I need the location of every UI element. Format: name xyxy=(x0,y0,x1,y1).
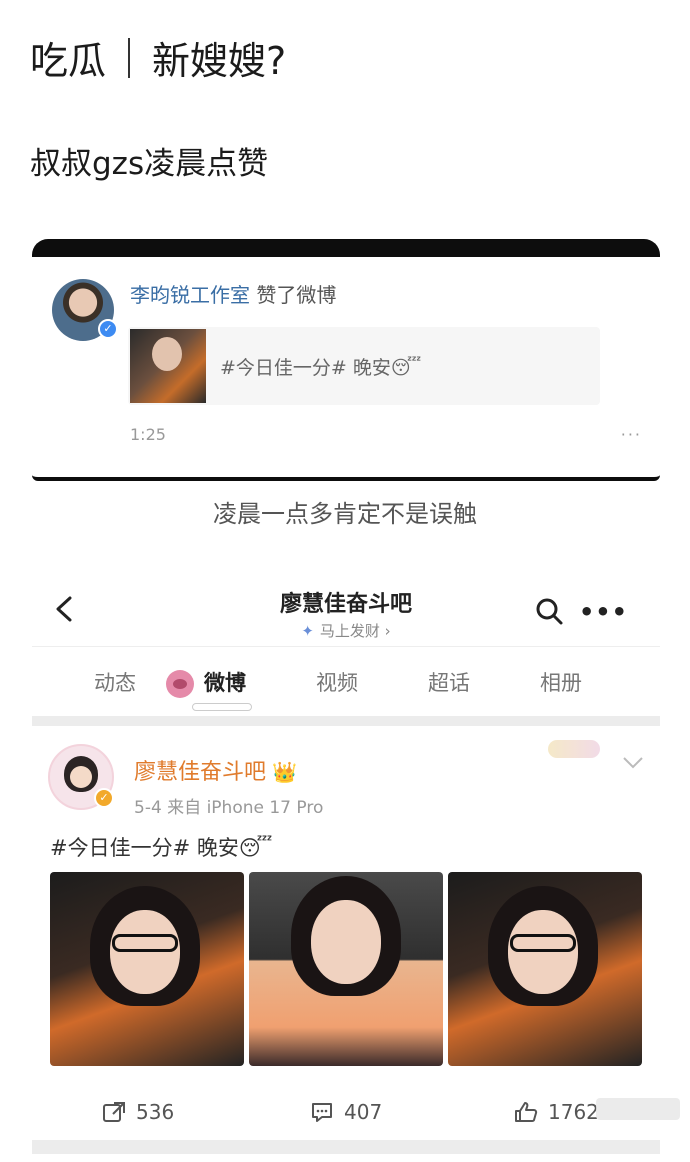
tab-weibo[interactable]: 微博 xyxy=(166,667,246,698)
divider xyxy=(32,716,660,726)
caption-text: 凌晨一点多肯定不是误触 xyxy=(213,500,477,528)
profile-tabs: 动态 微博 视频 超话 相册 xyxy=(32,646,660,716)
post-photo[interactable] xyxy=(50,872,244,1066)
crown-icon: 👑 xyxy=(272,760,297,784)
active-tab-indicator xyxy=(192,703,252,711)
tab-video[interactable]: 视频 xyxy=(316,667,358,697)
verified-badge-icon: ✓ xyxy=(94,788,114,808)
comment-count: 407 xyxy=(344,1100,383,1124)
tab-supertopic[interactable]: 超话 xyxy=(428,667,470,697)
title-left: 吃瓜 xyxy=(30,39,107,83)
post-action-bar: 536 407 1762 xyxy=(32,1088,660,1138)
repost-button[interactable]: 536 xyxy=(102,1100,174,1124)
like-notification-text: 李昀锐工作室 赞了微博 xyxy=(130,279,336,308)
repost-count: 536 xyxy=(136,1100,175,1124)
tab-weibo-label: 微博 xyxy=(204,671,246,695)
tab-dongtai[interactable]: 动态 xyxy=(94,667,136,697)
repost-icon xyxy=(103,1102,125,1122)
profile-nav-bar: 廖慧佳奋斗吧 ✦ 马上发财 › ••• xyxy=(32,578,660,646)
search-icon[interactable] xyxy=(534,596,564,626)
subline-text: 叔叔gzs凌晨点赞 xyxy=(30,146,269,182)
tab-album[interactable]: 相册 xyxy=(540,667,582,697)
quoted-post-text: #今日佳一分# 晚安😴 xyxy=(220,357,422,379)
like-action: 赞了微博 xyxy=(256,283,337,307)
avatar[interactable]: ✓ xyxy=(48,744,114,810)
watermark xyxy=(596,1098,680,1120)
verified-badge-icon: ✓ xyxy=(98,319,118,339)
profile-subtitle-label: 马上发财 › xyxy=(319,622,391,640)
account-name[interactable]: 李昀锐工作室 xyxy=(130,283,250,307)
timestamp: 1:25 xyxy=(130,425,166,444)
thumbs-up-icon xyxy=(515,1102,538,1122)
comment-button[interactable]: 407 xyxy=(310,1100,382,1124)
post-author[interactable]: 廖慧佳奋斗吧 👑 xyxy=(134,754,297,786)
ribbon-icon: ✦ xyxy=(301,622,314,640)
profile-subtitle[interactable]: ✦ 马上发财 › xyxy=(32,620,660,641)
post-photo[interactable] xyxy=(249,872,443,1066)
title-divider xyxy=(128,37,131,78)
quoted-post[interactable]: #今日佳一分# 晚安😴 xyxy=(128,327,600,405)
avatar[interactable]: ✓ xyxy=(52,279,118,341)
quoted-post-thumbnail xyxy=(130,329,206,403)
post-photo[interactable] xyxy=(448,872,642,1066)
more-icon[interactable]: ••• xyxy=(579,598,628,626)
like-notification-card: ✓ 李昀锐工作室 赞了微博 #今日佳一分# 晚安😴 1:25 ··· xyxy=(32,239,660,481)
post-author-name: 廖慧佳奋斗吧 xyxy=(134,760,267,785)
title-right: 新嫂嫂? xyxy=(152,39,287,83)
page-title: 吃瓜 新嫂嫂? xyxy=(30,30,286,85)
post-text: #今日佳一分# 晚安😴 xyxy=(50,836,273,860)
comment-icon xyxy=(312,1103,332,1122)
post-meta: 5-4 来自 iPhone 17 Pro xyxy=(134,798,324,818)
bear-deco-icon xyxy=(166,670,194,698)
decoration-badge xyxy=(548,740,600,758)
profile-title: 廖慧佳奋斗吧 xyxy=(279,592,412,617)
chevron-down-icon[interactable] xyxy=(622,756,644,770)
more-options-icon[interactable]: ··· xyxy=(621,425,642,444)
post-photo-grid xyxy=(50,872,642,1066)
like-count: 1762 xyxy=(548,1100,599,1124)
divider xyxy=(32,1140,660,1154)
like-button[interactable]: 1762 xyxy=(514,1100,599,1124)
